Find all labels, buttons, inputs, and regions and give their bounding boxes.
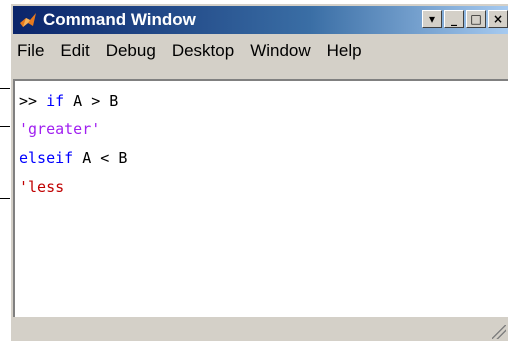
- console-line: >> if A > B: [19, 92, 118, 110]
- menu-file[interactable]: File: [17, 41, 44, 61]
- prompt: >>: [19, 92, 47, 110]
- matlab-logo-icon: [19, 11, 37, 29]
- keyword-if: if: [46, 92, 65, 110]
- title-bar[interactable]: Command Window ▾ _ □ ×: [13, 6, 508, 34]
- unterminated-string: 'less: [19, 178, 65, 196]
- resize-grip-icon[interactable]: [492, 325, 506, 339]
- window-controls: ▾ _ □ ×: [422, 10, 508, 28]
- condition: A > B: [64, 92, 119, 110]
- menu-desktop[interactable]: Desktop: [172, 41, 234, 61]
- console-line: 'less: [19, 178, 64, 196]
- window-title: Command Window: [43, 10, 196, 29]
- status-bar: [13, 317, 508, 341]
- undock-button[interactable]: ▾: [422, 10, 442, 28]
- menu-edit[interactable]: Edit: [60, 41, 89, 61]
- string-literal: 'greater': [19, 120, 101, 138]
- console-text-area[interactable]: >> if A > B 'greater' elseif A < B 'less: [13, 79, 508, 317]
- keyword-elseif: elseif: [19, 149, 74, 167]
- console-line: elseif A < B: [19, 149, 127, 167]
- menu-bar: File Edit Debug Desktop Window Help: [13, 36, 508, 66]
- menu-window[interactable]: Window: [250, 41, 310, 61]
- condition: A < B: [73, 149, 128, 167]
- menu-debug[interactable]: Debug: [106, 41, 156, 61]
- console-line: 'greater': [19, 120, 100, 138]
- minimize-button[interactable]: _: [444, 10, 464, 28]
- maximize-button[interactable]: □: [466, 10, 486, 28]
- close-button[interactable]: ×: [488, 10, 508, 28]
- menu-help[interactable]: Help: [327, 41, 362, 61]
- command-window: Command Window ▾ _ □ × File Edit Debug D…: [10, 3, 508, 341]
